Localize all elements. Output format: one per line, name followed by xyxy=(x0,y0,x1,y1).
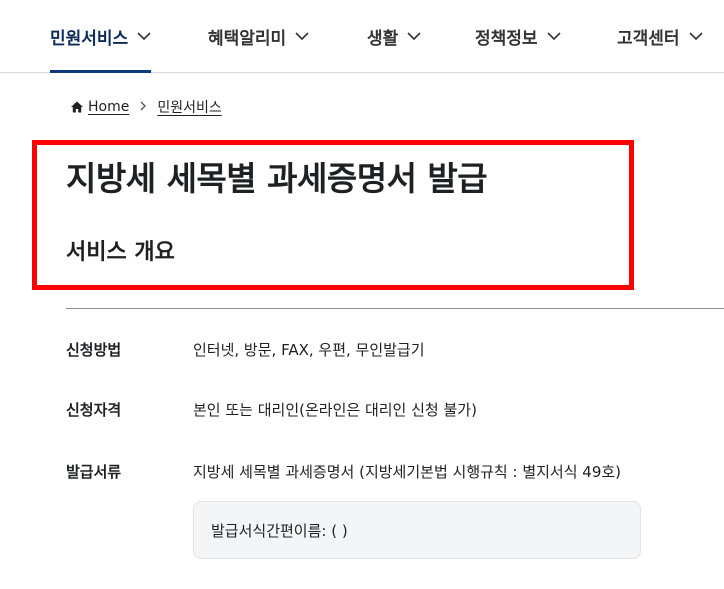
page-title: 지방세 세목별 과세증명서 발급 xyxy=(66,159,488,198)
nav-item-label: 생활 xyxy=(367,28,399,49)
chevron-down-icon xyxy=(137,31,151,41)
nav-item-life[interactable]: 생활 xyxy=(367,0,421,72)
chevron-down-icon xyxy=(407,31,421,41)
breadcrumb-current-link[interactable]: 민원서비스 xyxy=(157,97,221,117)
document-name-note: 발급서식간편이름: ( ) xyxy=(193,501,641,559)
chevron-down-icon xyxy=(688,31,703,41)
top-navigation: 민원서비스 혜택알리미 생활 정책정보 고객센터 xyxy=(0,0,724,73)
nav-item-customer-center[interactable]: 고객센터 xyxy=(617,0,703,72)
nav-item-benefits[interactable]: 혜택알리미 xyxy=(208,0,309,72)
divider xyxy=(66,308,724,309)
nav-item-policy[interactable]: 정책정보 xyxy=(475,0,561,72)
row-label-application-method: 신청방법 xyxy=(66,341,122,359)
nav-item-label: 정책정보 xyxy=(475,28,538,49)
row-label-eligibility: 신청자격 xyxy=(66,401,122,419)
nav-item-civil-services[interactable]: 민원서비스 xyxy=(50,0,152,73)
chevron-down-icon xyxy=(295,31,309,41)
nav-item-label: 혜택알리미 xyxy=(208,28,287,49)
row-value-eligibility: 본인 또는 대리인(온라인은 대리인 신청 불가) xyxy=(193,401,477,419)
row-value-issued-document: 지방세 세목별 과세증명서 (지방세기본법 시행규칙 : 별지서식 49호) xyxy=(193,463,622,481)
section-title: 서비스 개요 xyxy=(66,240,175,265)
chevron-down-icon xyxy=(546,31,561,41)
chevron-right-icon xyxy=(139,100,147,114)
home-icon xyxy=(70,100,84,114)
row-value-application-method: 인터넷, 방문, FAX, 우편, 무인발급기 xyxy=(193,341,425,359)
nav-item-label: 고객센터 xyxy=(617,28,680,49)
breadcrumb-home-link[interactable]: Home xyxy=(88,99,129,115)
breadcrumb: Home 민원서비스 xyxy=(70,97,222,117)
document-name-note-text: 발급서식간편이름: ( ) xyxy=(211,521,348,540)
nav-item-label: 민원서비스 xyxy=(50,28,129,49)
row-label-issued-document: 발급서류 xyxy=(66,463,122,481)
